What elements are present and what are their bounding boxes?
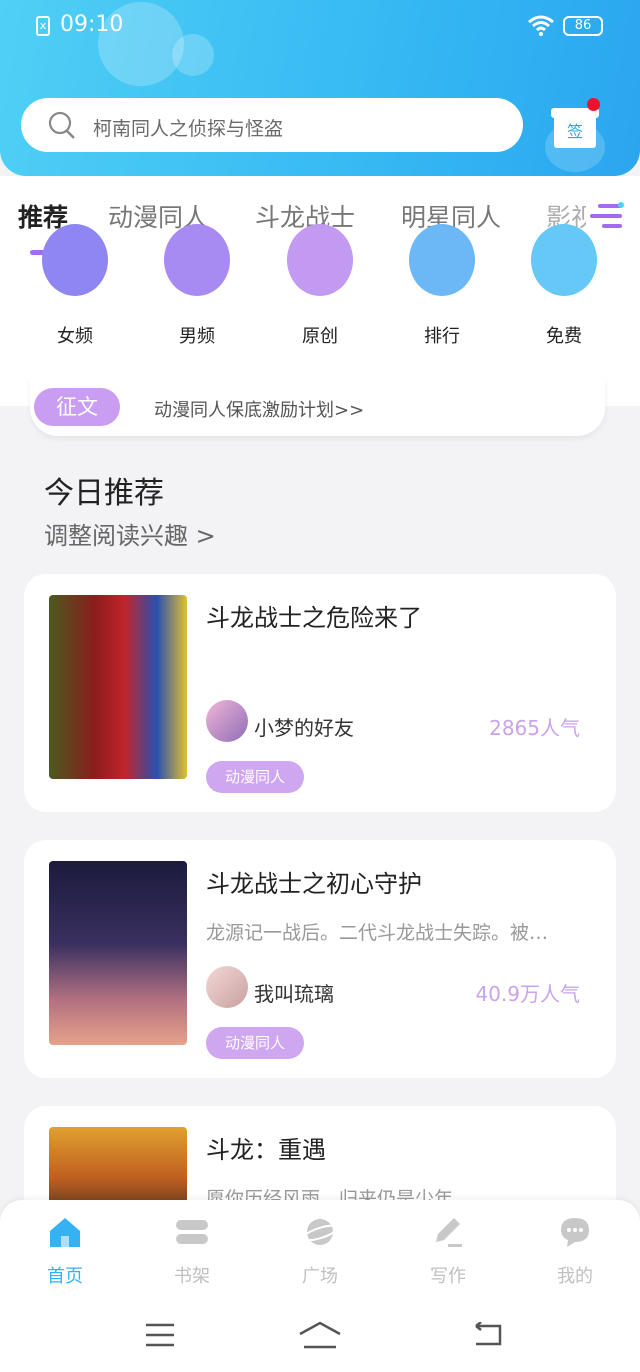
nav-label: 写作 <box>430 1266 466 1287</box>
original-category-icon <box>287 224 353 296</box>
male-category-icon <box>164 224 230 296</box>
planet-icon <box>302 1219 338 1245</box>
home-icon <box>50 1218 80 1247</box>
status-bar: x 09:10 86 <box>0 12 640 40</box>
popularity-count: 40.9万人气 <box>475 982 580 1006</box>
genre-tag[interactable]: 动漫同人 <box>206 1027 304 1059</box>
contest-text: 动漫同人保底激励计划>> <box>154 400 365 421</box>
bookshelf-icon <box>176 1220 208 1244</box>
sign-in-button[interactable]: 签 <box>545 98 605 172</box>
system-nav-bar <box>0 1300 640 1372</box>
nav-label: 广场 <box>302 1266 338 1287</box>
sim-icon: x <box>36 16 50 36</box>
search-placeholder: 柯南同人之侦探与怪盗 <box>93 118 284 140</box>
nav-square[interactable]: 广场 <box>280 1214 360 1288</box>
nav-label: 首页 <box>47 1266 83 1287</box>
author-name[interactable]: 小梦的好友 <box>254 712 354 741</box>
popularity-count: 2865人气 <box>489 716 580 740</box>
author-name[interactable]: 我叫琉璃 <box>254 978 334 1007</box>
book-cover <box>49 861 187 1045</box>
book-card[interactable]: 斗龙战士之初心守护 龙源记一战后。二代斗龙战士失踪。被… 我叫琉璃 40.9万人… <box>24 840 616 1078</box>
category-label: 男频 <box>179 326 215 347</box>
book-title: 斗龙战士之危险来了 <box>206 604 422 632</box>
category-label: 免费 <box>546 326 582 347</box>
back-icon[interactable] <box>472 1322 504 1348</box>
clock: 09:10 <box>60 12 124 37</box>
home-button-icon[interactable] <box>298 1320 342 1350</box>
menu-icon[interactable] <box>144 1322 176 1348</box>
gift-icon: 签 <box>554 114 596 148</box>
nav-bookshelf[interactable]: 书架 <box>152 1214 232 1288</box>
category-label: 排行 <box>424 326 460 347</box>
free-category-icon <box>531 224 597 296</box>
avatar <box>206 700 248 742</box>
nav-label: 我的 <box>557 1266 593 1287</box>
book-title: 斗龙战士之初心守护 <box>206 870 422 898</box>
pen-icon <box>436 1218 462 1247</box>
nav-home[interactable]: 首页 <box>25 1214 105 1288</box>
chat-bubble-icon <box>561 1218 589 1247</box>
bottom-nav: 首页 书架 广场 写作 我的 <box>0 1200 640 1300</box>
contest-banner[interactable]: 征文 动漫同人保底激励计划>> <box>30 378 605 436</box>
contest-tag: 征文 <box>34 388 120 426</box>
category-label: 原创 <box>302 326 338 347</box>
avatar <box>206 966 248 1008</box>
decor-bubble <box>172 34 214 76</box>
section-title: 今日推荐 <box>44 476 164 511</box>
nav-profile[interactable]: 我的 <box>535 1214 615 1288</box>
notification-dot <box>587 98 600 111</box>
adjust-interest-link[interactable]: 调整阅读兴趣 > <box>44 516 216 551</box>
search-icon <box>48 111 75 139</box>
nav-label: 书架 <box>174 1266 210 1287</box>
book-description: 龙源记一战后。二代斗龙战士失踪。被… <box>206 922 549 944</box>
book-card[interactable]: 斗龙战士之危险来了 小梦的好友 2865人气 动漫同人 <box>24 574 616 812</box>
book-cover <box>49 595 187 779</box>
genre-tag[interactable]: 动漫同人 <box>206 761 304 793</box>
book-title: 斗龙：重遇 <box>206 1136 326 1164</box>
search-bar[interactable]: 柯南同人之侦探与怪盗 <box>21 98 523 152</box>
ranking-category-icon <box>409 224 475 296</box>
header: x 09:10 86 柯南同人之侦探与怪盗 签 <box>0 0 640 176</box>
female-category-icon <box>42 224 108 296</box>
category-label: 女频 <box>57 326 93 347</box>
more-tabs-menu-icon[interactable] <box>590 202 624 232</box>
battery-icon: 86 <box>563 16 603 36</box>
nav-write[interactable]: 写作 <box>408 1214 488 1288</box>
wifi-icon <box>528 15 554 36</box>
